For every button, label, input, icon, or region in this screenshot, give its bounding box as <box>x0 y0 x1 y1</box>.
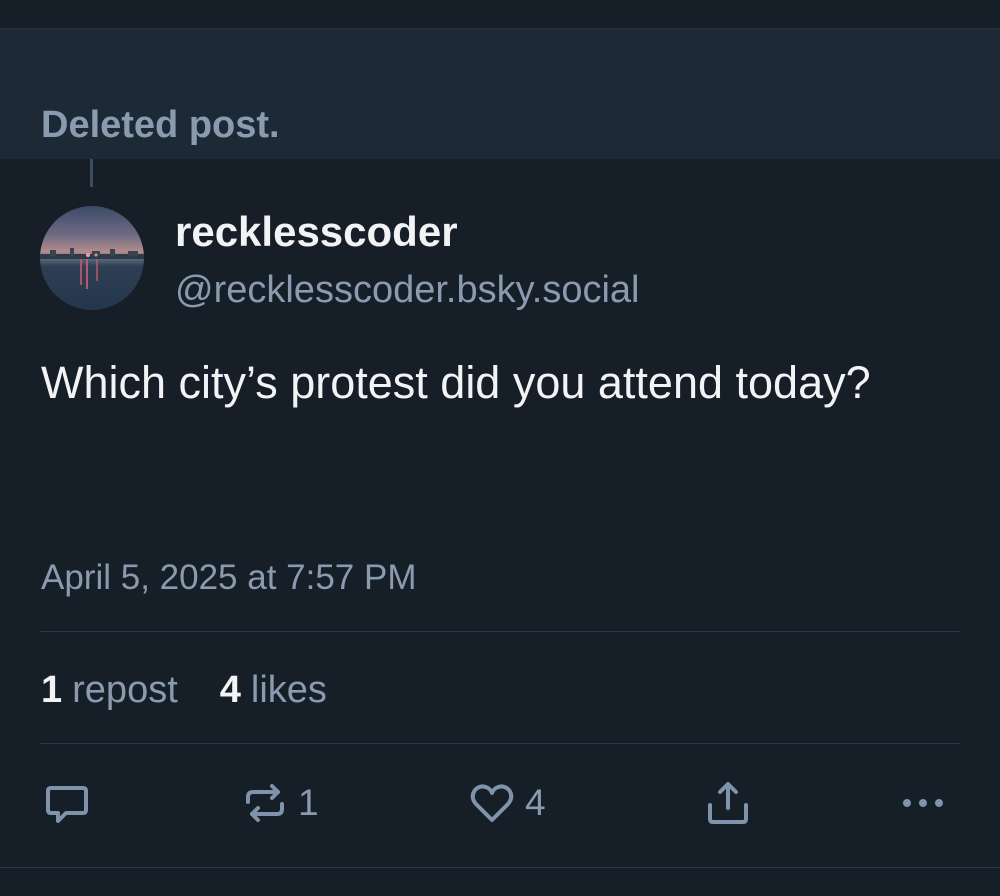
divider <box>40 631 960 632</box>
more-icon <box>903 799 943 807</box>
avatar-photo-icon <box>40 248 144 289</box>
divider <box>40 743 960 744</box>
author-handle[interactable]: @recklesscoder.bsky.social <box>175 266 639 314</box>
author-display-name[interactable]: recklesscoder <box>175 206 458 258</box>
likes-label: likes <box>250 669 327 711</box>
deleted-post-card: Deleted post. <box>0 29 1000 159</box>
reposts-count: 1 <box>41 669 63 711</box>
thread-connector-line <box>90 159 93 187</box>
post-timestamp: April 5, 2025 at 7:57 PM <box>41 558 417 597</box>
repost-count: 1 <box>298 782 319 823</box>
reply-button[interactable] <box>42 778 92 828</box>
avatar[interactable] <box>40 206 144 310</box>
reply-icon <box>46 786 88 823</box>
heart-icon <box>470 784 514 822</box>
more-options-button[interactable] <box>898 778 948 828</box>
likes-count: 4 <box>219 669 241 711</box>
share-icon <box>708 782 748 824</box>
reposts-stat[interactable]: 1 repost <box>41 663 178 717</box>
bottom-border <box>0 867 1000 868</box>
repost-button[interactable]: 1 <box>240 778 319 828</box>
like-count: 4 <box>525 782 546 823</box>
deleted-post-label: Deleted post. <box>41 104 280 146</box>
reposts-label: repost <box>72 669 178 711</box>
likes-stat[interactable]: 4 likes <box>220 663 327 717</box>
post-text: Which city’s protest did you attend toda… <box>41 357 871 408</box>
share-button[interactable] <box>703 778 753 828</box>
like-button[interactable]: 4 <box>467 778 546 828</box>
post-stats: 1 repost 4 likes <box>41 663 369 717</box>
repost-icon <box>246 784 284 822</box>
top-strip <box>0 0 1000 29</box>
post-thread-page: Deleted post. recklesscoder @recklesscod… <box>0 0 1000 896</box>
